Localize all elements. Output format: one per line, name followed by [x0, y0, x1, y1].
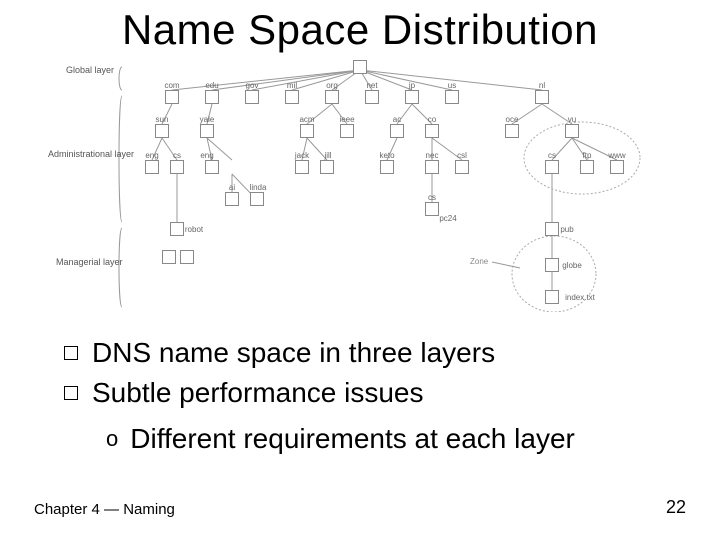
- bullet-list: DNS name space in three layers Subtle pe…: [64, 334, 684, 457]
- footer-page-number: 22: [666, 497, 686, 518]
- node: [340, 124, 354, 138]
- bullet-level1: DNS name space in three layers: [64, 334, 684, 372]
- label-tld: mil: [287, 81, 297, 90]
- label-tld: com: [164, 81, 179, 90]
- label: jack: [295, 151, 309, 160]
- node: [565, 124, 579, 138]
- label: co: [428, 115, 436, 124]
- label: cs: [548, 151, 556, 160]
- node: [295, 160, 309, 174]
- node: [205, 160, 219, 174]
- label: pc24: [439, 214, 456, 223]
- label-tld: edu: [205, 81, 218, 90]
- label-tld: gov: [246, 81, 259, 90]
- node: [425, 160, 439, 174]
- label: keto: [379, 151, 394, 160]
- node: [170, 160, 184, 174]
- bullet-text: DNS name space in three layers: [92, 334, 495, 372]
- slide: Name Space Distribution: [0, 0, 720, 540]
- label-tld: org: [326, 81, 338, 90]
- label: vu: [568, 115, 576, 124]
- label: cs: [173, 151, 181, 160]
- page-title: Name Space Distribution: [0, 6, 720, 54]
- label: ieee: [339, 115, 354, 124]
- label: pub: [560, 225, 573, 234]
- node: [545, 258, 559, 272]
- label: robot: [185, 225, 203, 234]
- node: [155, 124, 169, 138]
- label: ftp: [583, 151, 592, 160]
- circle-bullet-icon: o: [106, 424, 118, 454]
- node: [545, 160, 559, 174]
- node-tld: [445, 90, 459, 104]
- label: yale: [200, 115, 215, 124]
- node: [545, 290, 559, 304]
- bullet-level2: o Different requirements at each layer: [106, 420, 684, 458]
- label: linda: [250, 183, 267, 192]
- label: acm: [299, 115, 314, 124]
- bullet-level1: Subtle performance issues: [64, 374, 684, 412]
- label-tld: nl: [539, 81, 545, 90]
- node: [250, 192, 264, 206]
- node: [320, 160, 334, 174]
- node: [580, 160, 594, 174]
- bullet-text: Different requirements at each layer: [130, 420, 575, 458]
- node: [380, 160, 394, 174]
- layer-label-admin: Administrational layer: [48, 150, 134, 160]
- label: www: [608, 151, 625, 160]
- node-tld: [285, 90, 299, 104]
- label: jill: [324, 151, 331, 160]
- label: nec: [426, 151, 439, 160]
- label: ai: [229, 183, 235, 192]
- label: eng: [145, 151, 158, 160]
- label-tld: us: [448, 81, 456, 90]
- label: eng: [200, 151, 213, 160]
- node: [300, 124, 314, 138]
- node: [170, 222, 184, 236]
- bullet-text: Subtle performance issues: [92, 374, 424, 412]
- layer-label-global: Global layer: [66, 66, 114, 76]
- zone-label: Zone: [470, 257, 488, 266]
- label: index.txt: [565, 293, 595, 302]
- dns-tree-diagram: Global layer Administrational layer Mana…: [72, 62, 648, 312]
- label: ac: [393, 115, 401, 124]
- node-tld: [535, 90, 549, 104]
- node: [180, 250, 194, 264]
- label: sun: [156, 115, 169, 124]
- footer-chapter: Chapter 4 — Naming: [34, 501, 175, 518]
- label: globe: [562, 261, 582, 270]
- node: [610, 160, 624, 174]
- label: cs: [428, 193, 436, 202]
- layer-label-managerial: Managerial layer: [56, 258, 123, 268]
- label-tld: jp: [409, 81, 415, 90]
- node: [545, 222, 559, 236]
- node: [225, 192, 239, 206]
- node: [425, 124, 439, 138]
- node-tld: [205, 90, 219, 104]
- node: [162, 250, 176, 264]
- label: csl: [457, 151, 467, 160]
- node-tld: [405, 90, 419, 104]
- node-tld: [165, 90, 179, 104]
- square-bullet-icon: [64, 346, 78, 360]
- square-bullet-icon: [64, 386, 78, 400]
- node: [455, 160, 469, 174]
- node-tld: [245, 90, 259, 104]
- label-tld: net: [366, 81, 377, 90]
- node: [425, 202, 439, 216]
- node: [390, 124, 404, 138]
- node-root: [353, 60, 367, 74]
- diagram-lines: [72, 62, 648, 312]
- node-tld: [365, 90, 379, 104]
- node: [200, 124, 214, 138]
- label: oce: [506, 115, 519, 124]
- node: [145, 160, 159, 174]
- node-tld: [325, 90, 339, 104]
- node: [505, 124, 519, 138]
